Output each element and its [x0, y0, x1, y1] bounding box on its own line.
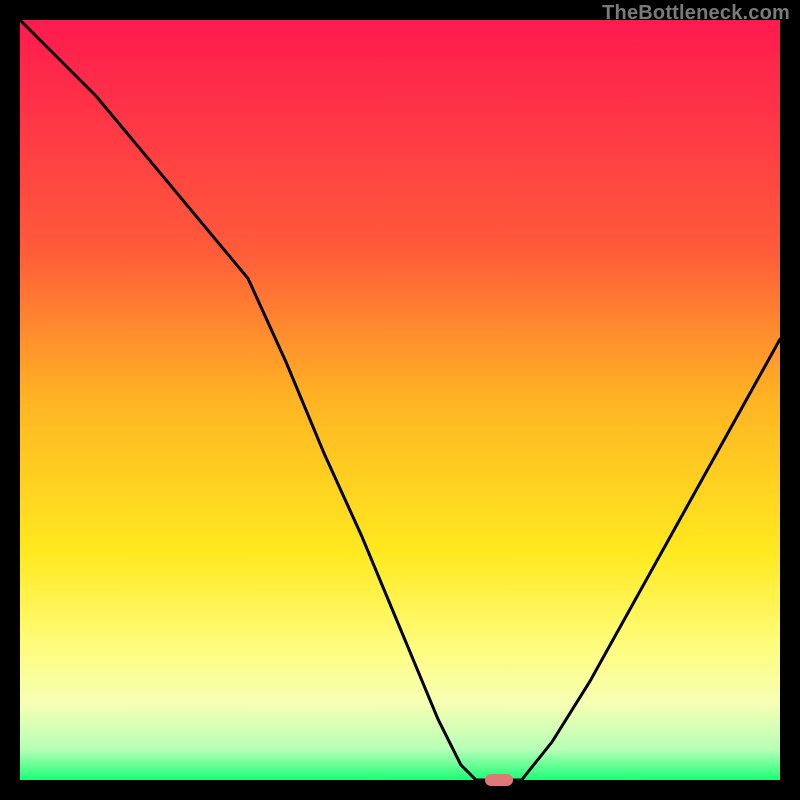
watermark-label: TheBottleneck.com [602, 2, 790, 25]
chart-svg [20, 20, 780, 780]
chart-frame: TheBottleneck.com [0, 0, 800, 800]
gradient-background [20, 20, 780, 780]
plot-area [20, 20, 780, 780]
optimal-point-marker [485, 774, 513, 786]
